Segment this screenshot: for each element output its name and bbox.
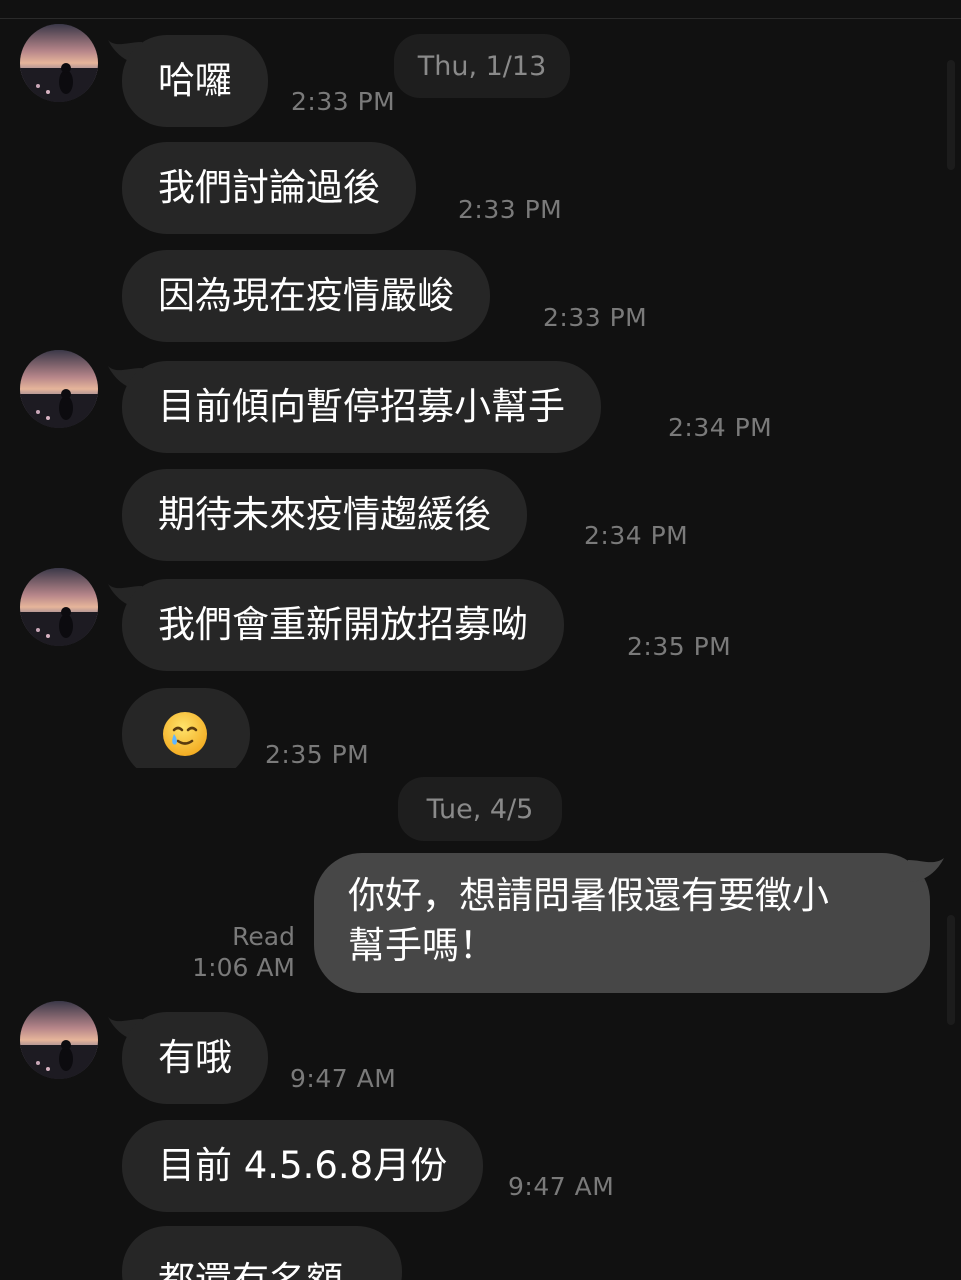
contact-avatar[interactable] — [20, 350, 98, 428]
message-text-line-2: 幫手嗎！ — [348, 924, 496, 967]
message-bubble[interactable]: 因為現在疫情嚴峻 — [122, 250, 490, 342]
scroll-indicator[interactable] — [947, 60, 955, 170]
message-timestamp: 2:34 PM — [668, 413, 773, 442]
message-bubble[interactable]: 都還有名額 — [122, 1226, 402, 1280]
message-timestamp: 9:47 AM — [290, 1064, 397, 1093]
message-text: 都還有名額 — [158, 1259, 343, 1280]
smiling-face-with-tear-icon — [163, 712, 207, 756]
message-text: 期待未來疫情趨緩後 — [158, 493, 491, 536]
sunset-profile-icon — [20, 24, 98, 102]
bubble-tail-outgoing — [908, 858, 944, 882]
message-bubble[interactable]: 期待未來疫情趨緩後 — [122, 469, 527, 561]
message-bubble[interactable]: 🥲 — [122, 688, 250, 768]
message-timestamp: 2:33 PM — [543, 303, 648, 332]
message-bubble[interactable]: 目前傾向暫停招募小幫手 — [122, 361, 601, 453]
contact-avatar[interactable] — [20, 568, 98, 646]
message-text: 因為現在疫情嚴峻 — [158, 274, 454, 317]
message-text: 我們討論過後 — [158, 166, 380, 209]
read-time: 1:06 AM — [192, 953, 295, 982]
read-receipt: Read 1:06 AM — [192, 921, 295, 983]
outgoing-message-bubble[interactable]: 你好，想請問暑假還有要徵小 幫手嗎！ — [314, 853, 930, 993]
contact-avatar[interactable] — [20, 24, 98, 102]
message-timestamp: 2:34 PM — [584, 521, 689, 550]
sunset-profile-icon — [20, 1001, 98, 1079]
message-timestamp: 2:35 PM — [265, 740, 370, 769]
message-bubble[interactable]: 我們會重新開放招募呦 — [122, 579, 564, 671]
message-bubble[interactable]: 目前 4.5.6.8月份 — [122, 1120, 484, 1212]
sunset-profile-icon — [20, 350, 98, 428]
message-text-line-1: 你好，想請問暑假還有要徵小 — [348, 874, 829, 917]
date-separator-thu: Thu, 1/13 — [394, 34, 570, 98]
message-text: 目前傾向暫停招募小幫手 — [158, 385, 565, 428]
message-text: 我們會重新開放招募呦 — [158, 603, 528, 646]
message-text: 哈囉 — [158, 59, 232, 102]
message-bubble[interactable]: 我們討論過後 — [122, 142, 416, 234]
message-timestamp: 9:47 AM — [508, 1172, 615, 1201]
message-timestamp: 2:35 PM — [627, 632, 732, 661]
date-label: Thu, 1/13 — [417, 50, 547, 82]
message-text: 有哦 — [158, 1036, 232, 1079]
read-status: Read — [232, 922, 295, 951]
message-timestamp: 2:33 PM — [291, 87, 396, 116]
message-bubble[interactable]: 哈囉 — [122, 35, 268, 127]
date-label: Tue, 4/5 — [426, 793, 534, 825]
sunset-profile-icon — [20, 568, 98, 646]
chat-screen: Thu, 1/13 哈囉 2:33 PM 我們討論過後 2:33 PM 因為現在… — [0, 0, 961, 1280]
scroll-indicator-lower[interactable] — [947, 915, 955, 1025]
message-text: 目前 4.5.6.8月份 — [158, 1144, 448, 1187]
message-bubble[interactable]: 有哦 — [122, 1012, 268, 1104]
header-divider — [0, 18, 961, 19]
message-timestamp: 2:33 PM — [458, 195, 563, 224]
contact-avatar[interactable] — [20, 1001, 98, 1079]
date-separator-tue: Tue, 4/5 — [398, 777, 562, 841]
